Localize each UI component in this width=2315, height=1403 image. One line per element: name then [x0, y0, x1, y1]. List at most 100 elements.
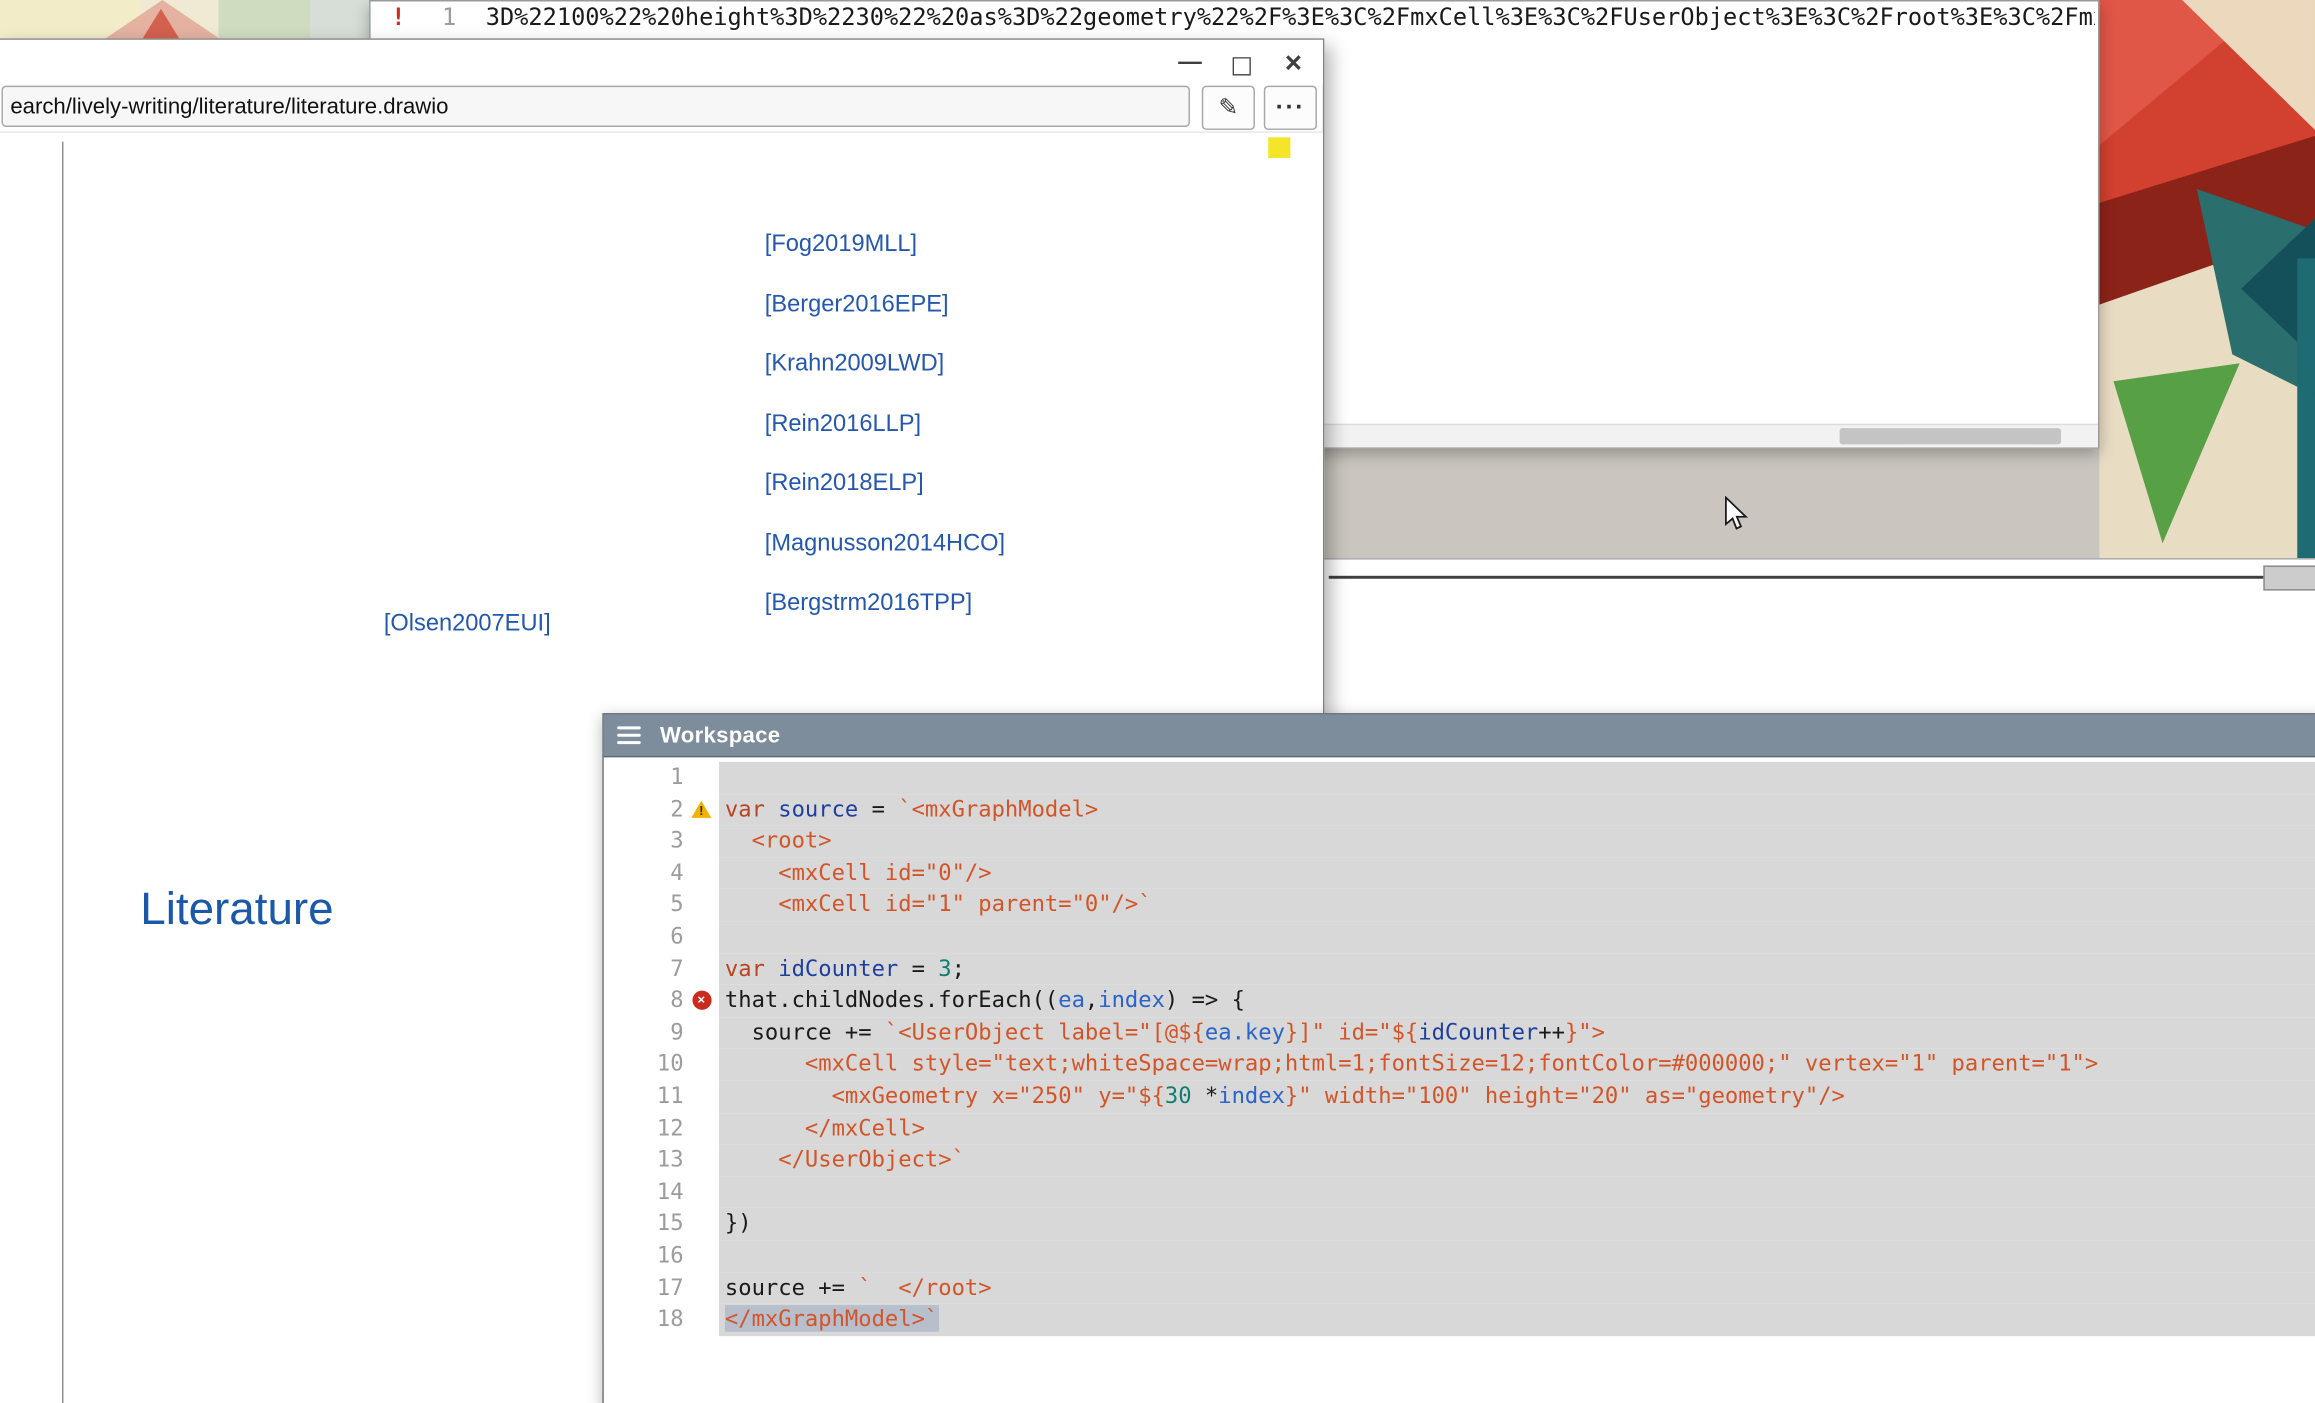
toolbar: ✎ ··· [0, 86, 1323, 133]
more-options-button[interactable]: ··· [1264, 86, 1317, 130]
code-text[interactable]: source += ` </root> [719, 1272, 2315, 1304]
gutter-cell: 15 [604, 1208, 719, 1240]
minimize-button[interactable]: — [1175, 50, 1205, 77]
gutter-cell: 11 [604, 1081, 719, 1113]
error-icon: × [692, 991, 711, 1010]
ellipsis-icon: ··· [1276, 93, 1306, 123]
code-text[interactable]: </mxCell> [719, 1113, 2315, 1145]
code-text[interactable]: <root> [719, 826, 2315, 858]
citation-link[interactable]: [Fog2019MLL] [765, 232, 917, 259]
code-editor[interactable]: 12!var source = `<mxGraphModel>3 <root>4… [604, 757, 2315, 1403]
gutter-cell: 1 [604, 762, 719, 794]
citation-link[interactable]: [Rein2016LLP] [765, 412, 921, 439]
gutter-cell: 5 [604, 889, 719, 921]
code-line[interactable]: 10 <mxCell style="text;whiteSpace=wrap;h… [604, 1049, 2315, 1081]
code-text[interactable] [719, 762, 2315, 794]
citation-link[interactable]: [Olsen2007EUI] [384, 611, 551, 638]
mouse-cursor [1723, 496, 1755, 534]
code-line[interactable]: 16 [604, 1240, 2315, 1272]
code-text[interactable]: </UserObject>` [719, 1144, 2315, 1176]
code-line[interactable]: 6 [604, 921, 2315, 953]
code-text[interactable] [719, 1240, 2315, 1272]
line-number: 15 [604, 1208, 684, 1240]
code-text[interactable] [719, 1176, 2315, 1208]
code-line[interactable]: 14 [604, 1176, 2315, 1208]
line-number: 17 [604, 1272, 684, 1304]
desktop-wallpaper-top-left [0, 0, 372, 40]
code-text[interactable]: }) [719, 1208, 2315, 1240]
canvas-border-line [62, 142, 63, 1403]
gutter-cell: 2! [604, 794, 719, 826]
code-line[interactable]: 7 var idCounter = 3; [604, 953, 2315, 985]
code-line[interactable]: 4 <mxCell id="0"/> [604, 857, 2315, 889]
line-number: 18 [604, 1304, 684, 1336]
gutter-cell: 6 [604, 921, 719, 953]
line-number: 1 [604, 762, 684, 794]
code-text[interactable]: <mxCell id="0"/> [719, 857, 2315, 889]
code-line[interactable]: 3 <root> [604, 826, 2315, 858]
wallpaper-shape [219, 0, 316, 40]
code-line[interactable]: 12 </mxCell> [604, 1113, 2315, 1145]
gutter-cell: 13 [604, 1144, 719, 1176]
citation-link[interactable]: [Berger2016EPE] [765, 292, 949, 319]
gutter-cell: 14 [604, 1176, 719, 1208]
code-line[interactable]: 9 source += `<UserObject label="[@${ea.k… [604, 1017, 2315, 1049]
workspace-window: Workspace 12!var source = `<mxGraphModel… [602, 713, 2315, 1403]
code-text[interactable]: source += `<UserObject label="[@${ea.key… [719, 1017, 2315, 1049]
close-button[interactable]: × [1279, 49, 1309, 79]
window-title: Workspace [660, 723, 780, 748]
code-line[interactable]: 17 source += ` </root> [604, 1272, 2315, 1304]
line-number: 6 [604, 921, 684, 953]
maximize-button[interactable]: □ [1227, 49, 1257, 77]
code-text[interactable]: <mxCell id="1" parent="0"/>` [719, 889, 2315, 921]
code-line[interactable]: 11 <mxGeometry x="250" y="${30 *index}" … [604, 1081, 2315, 1113]
code-line[interactable]: 18 </mxGraphModel>` [604, 1304, 2315, 1336]
code-line[interactable]: 2!var source = `<mxGraphModel> [604, 794, 2315, 826]
citation-link[interactable]: [Krahn2009LWD] [765, 351, 944, 378]
code-line[interactable]: 15}) [604, 1208, 2315, 1240]
url-input[interactable] [1, 86, 1190, 127]
code-text[interactable]: </mxGraphModel>` [719, 1304, 2315, 1336]
code-text[interactable]: <mxGeometry x="250" y="${30 *index}" wid… [719, 1081, 2315, 1113]
window-resize-handle[interactable] [2263, 565, 2315, 590]
citation-link[interactable]: [Magnusson2014HCO] [765, 532, 1005, 559]
code-line[interactable]: 13 </UserObject>` [604, 1144, 2315, 1176]
hamburger-menu-icon[interactable] [617, 726, 641, 744]
code-text[interactable]: <mxCell style="text;whiteSpace=wrap;html… [719, 1049, 2315, 1081]
code-text[interactable]: that.childNodes.forEach((ea,index) => { [719, 985, 2315, 1017]
gutter-cell: 10 [604, 1049, 719, 1081]
edit-button[interactable]: ✎ [1202, 86, 1255, 130]
line-number: 16 [604, 1240, 684, 1272]
line-number: 12 [604, 1113, 684, 1145]
workspace-titlebar[interactable]: Workspace [604, 715, 2315, 758]
line-number: 14 [604, 1176, 684, 1208]
code-line[interactable]: 1 [604, 762, 2315, 794]
encoded-code-line[interactable]: 3D%22100%22%20height%3D%2230%22%20as%3D%… [486, 1, 2095, 33]
line-number: 2 [604, 794, 684, 826]
gutter-cell: 12 [604, 1113, 719, 1145]
gutter-cell: 8× [604, 985, 719, 1017]
code-text[interactable]: var source = `<mxGraphModel> [719, 794, 2315, 826]
gutter-cell: 18 [604, 1304, 719, 1336]
line-number: 8 [604, 985, 684, 1017]
code-text[interactable] [719, 921, 2315, 953]
line-number: 1 [430, 1, 457, 33]
desktop-gray-area [1318, 443, 2099, 561]
scrollbar-thumb[interactable] [1840, 428, 2061, 444]
workspace-code-rows: 12!var source = `<mxGraphModel>3 <root>4… [604, 762, 2315, 1336]
gutter-cell: 3 [604, 826, 719, 858]
desktop: ! 1 3D%22100%22%20height%3D%2230%22%20as… [0, 0, 2315, 1403]
wallpaper-shape [2099, 363, 2239, 543]
line-number: 4 [604, 857, 684, 889]
code-line[interactable]: 5 <mxCell id="1" parent="0"/>` [604, 889, 2315, 921]
gutter-cell: 16 [604, 1240, 719, 1272]
window-edge-line [1329, 576, 2315, 579]
error-marker: ! [391, 1, 405, 33]
code-text[interactable]: var idCounter = 3; [719, 953, 2315, 985]
gutter-cell: 7 [604, 953, 719, 985]
line-number: 7 [604, 953, 684, 985]
citation-link[interactable]: [Bergstrm2016TPP] [765, 591, 972, 618]
window-titlebar[interactable]: — □ × [0, 40, 1323, 84]
code-line[interactable]: 8×that.childNodes.forEach((ea,index) => … [604, 985, 2315, 1017]
citation-link[interactable]: [Rein2018ELP] [765, 471, 924, 498]
